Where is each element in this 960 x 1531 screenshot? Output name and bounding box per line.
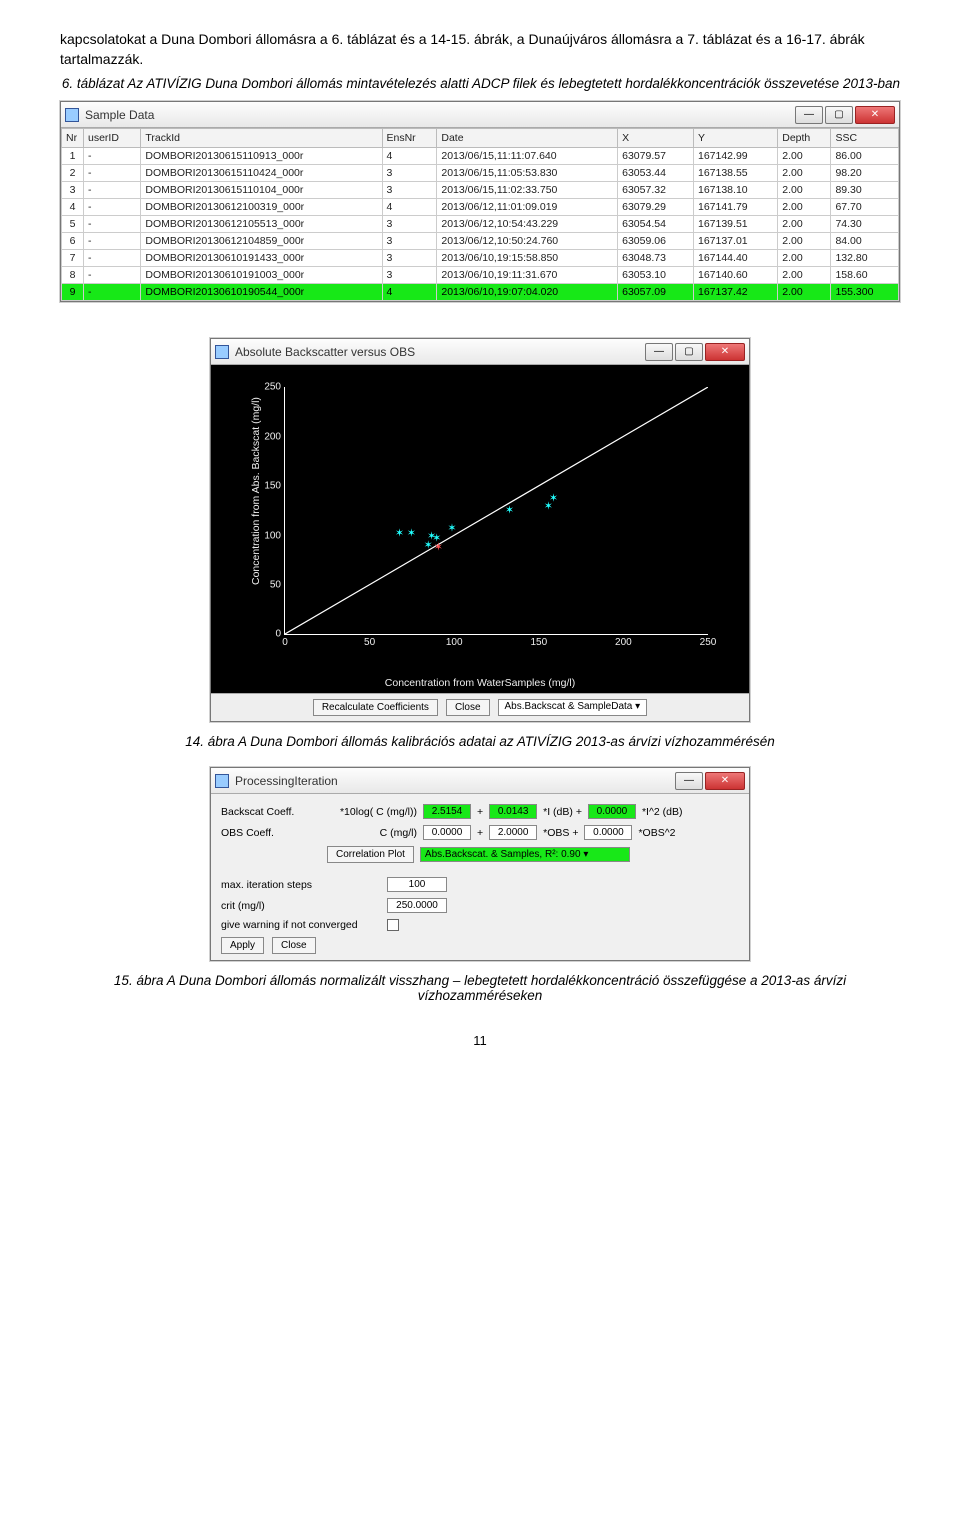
chart-mode-select[interactable]: Abs.Backscat & SampleData ▾ — [498, 699, 648, 716]
col-x: X — [618, 129, 694, 148]
backscat-formula: *10log( C (mg/l)) — [327, 806, 417, 818]
processing-window: ProcessingIteration — ✕ Backscat Coeff. … — [210, 767, 750, 961]
xtick: 200 — [615, 634, 632, 648]
chart-buttons-bar: Recalculate Coefficients Close Abs.Backs… — [211, 693, 749, 721]
table-row[interactable]: 2-DOMBORI20130615110424_000r32013/06/15,… — [62, 165, 899, 182]
proc-close-button[interactable]: Close — [272, 937, 316, 954]
col-ensnr: EnsNr — [382, 129, 437, 148]
backscat-v2[interactable]: 0.0143 — [489, 804, 537, 819]
fig15-caption: 15. ábra A Duna Dombori állomás normaliz… — [60, 973, 900, 1003]
proc-titlebar: ProcessingIteration — ✕ — [211, 768, 749, 794]
data-point: ✶ — [505, 507, 512, 514]
minimize-button[interactable]: — — [675, 772, 703, 790]
max-iter-input[interactable]: 100 — [387, 877, 447, 892]
table6-caption: 6. táblázat Az ATIVÍZIG Duna Dombori áll… — [60, 75, 900, 93]
fig14-caption: 14. ábra A Duna Dombori állomás kalibrác… — [60, 734, 900, 749]
maximize-button[interactable]: ▢ — [675, 343, 703, 361]
data-point: ✶ — [434, 545, 441, 552]
window-icon — [65, 108, 79, 122]
table-row[interactable]: 1-DOMBORI20130615110913_000r42013/06/15,… — [62, 148, 899, 165]
obs-v2[interactable]: 2.0000 — [489, 825, 537, 840]
col-date: Date — [437, 129, 618, 148]
proc-title: ProcessingIteration — [235, 774, 675, 788]
ytick: 200 — [264, 431, 285, 442]
sample-data-window: Sample Data — ▢ ✕ NruserIDTrackIdEnsNrDa… — [60, 101, 900, 302]
col-userid: userID — [84, 129, 141, 148]
ytick: 100 — [264, 530, 285, 541]
xtick: 250 — [700, 634, 717, 648]
xtick: 150 — [530, 634, 547, 648]
close-button[interactable]: ✕ — [705, 343, 745, 361]
obs-v3[interactable]: 0.0000 — [584, 825, 632, 840]
backscat-row: Backscat Coeff. *10log( C (mg/l)) 2.5154… — [221, 804, 739, 819]
col-y: Y — [693, 129, 777, 148]
sample-title: Sample Data — [85, 108, 795, 122]
sample-titlebar: Sample Data — ▢ ✕ — [61, 102, 899, 128]
backscatter-chart-window: Absolute Backscatter versus OBS — ▢ ✕ Co… — [210, 338, 750, 722]
recalc-button[interactable]: Recalculate Coefficients — [313, 699, 438, 716]
xtick: 50 — [364, 634, 375, 648]
chart-title: Absolute Backscatter versus OBS — [235, 345, 645, 359]
data-point: ✶ — [407, 530, 414, 537]
close-button[interactable]: ✕ — [705, 772, 745, 790]
page-number: 11 — [60, 1033, 900, 1048]
sample-data-table: NruserIDTrackIdEnsNrDateXYDepthSSC 1-DOM… — [61, 128, 899, 301]
crit-row: crit (mg/l) 250.0000 — [221, 898, 739, 913]
max-iter-label: max. iteration steps — [221, 879, 381, 891]
table-row[interactable]: 9-DOMBORI20130610190544_000r42013/06/10,… — [62, 284, 899, 301]
chart-titlebar: Absolute Backscatter versus OBS — ▢ ✕ — [211, 339, 749, 365]
warn-checkbox[interactable] — [387, 919, 399, 931]
table-row[interactable]: 7-DOMBORI20130610191433_000r32013/06/10,… — [62, 250, 899, 267]
chart-close-button[interactable]: Close — [446, 699, 490, 716]
table-row[interactable]: 8-DOMBORI20130610191003_000r32013/06/10,… — [62, 267, 899, 284]
table-row[interactable]: 6-DOMBORI20130612104859_000r32013/06/12,… — [62, 233, 899, 250]
col-nr: Nr — [62, 129, 84, 148]
table-row[interactable]: 3-DOMBORI20130615110104_000r32013/06/15,… — [62, 182, 899, 199]
col-ssc: SSC — [831, 129, 899, 148]
chart-area: Concentration from Abs. Backscat (mg/l) … — [211, 365, 749, 693]
ytick: 50 — [270, 580, 285, 591]
obs-formula: C (mg/l) — [327, 827, 417, 839]
reference-line — [285, 387, 708, 634]
chart-axes: 050100150200250050100150200250✶✶✶✶✶✶✶✶✶✶ — [284, 387, 708, 635]
chart-ylabel: Concentration from Abs. Backscat (mg/l) — [250, 398, 262, 586]
backscat-label: Backscat Coeff. — [221, 806, 321, 818]
intro-paragraph: kapcsolatokat a Duna Dombori állomásra a… — [60, 30, 900, 69]
correlation-plot-button[interactable]: Correlation Plot — [327, 846, 414, 863]
table-row[interactable]: 4-DOMBORI20130612100319_000r42013/06/12,… — [62, 199, 899, 216]
data-point: ✶ — [544, 503, 551, 510]
apply-button[interactable]: Apply — [221, 937, 264, 954]
data-point: ✶ — [447, 525, 454, 532]
chart-xlabel: Concentration from WaterSamples (mg/l) — [219, 677, 741, 689]
col-trackid: TrackId — [141, 129, 382, 148]
backscat-v1[interactable]: 2.5154 — [423, 804, 471, 819]
minimize-button[interactable]: — — [795, 106, 823, 124]
backscat-v3[interactable]: 0.0000 — [588, 804, 636, 819]
correlation-select[interactable]: Abs.Backscat. & Samples, R²: 0.90 ▾ — [420, 847, 630, 862]
xtick: 100 — [446, 634, 463, 648]
max-iter-row: max. iteration steps 100 — [221, 877, 739, 892]
obs-v1[interactable]: 0.0000 — [423, 825, 471, 840]
minimize-button[interactable]: — — [645, 343, 673, 361]
corr-row: Correlation Plot Abs.Backscat. & Samples… — [221, 846, 739, 863]
crit-input[interactable]: 250.0000 — [387, 898, 447, 913]
warn-row: give warning if not converged — [221, 919, 739, 931]
maximize-button[interactable]: ▢ — [825, 106, 853, 124]
xtick: 0 — [282, 634, 288, 648]
window-icon — [215, 345, 229, 359]
close-button[interactable]: ✕ — [855, 106, 895, 124]
window-icon — [215, 774, 229, 788]
ytick: 250 — [264, 382, 285, 393]
ytick: 150 — [264, 481, 285, 492]
obs-label: OBS Coeff. — [221, 827, 321, 839]
col-depth: Depth — [778, 129, 831, 148]
warn-label: give warning if not converged — [221, 919, 381, 931]
obs-row: OBS Coeff. C (mg/l) 0.0000 + 2.0000 *OBS… — [221, 825, 739, 840]
crit-label: crit (mg/l) — [221, 900, 381, 912]
data-point: ✶ — [424, 543, 431, 550]
data-point: ✶ — [395, 530, 402, 537]
table-row[interactable]: 5-DOMBORI20130612105513_000r32013/06/12,… — [62, 216, 899, 233]
